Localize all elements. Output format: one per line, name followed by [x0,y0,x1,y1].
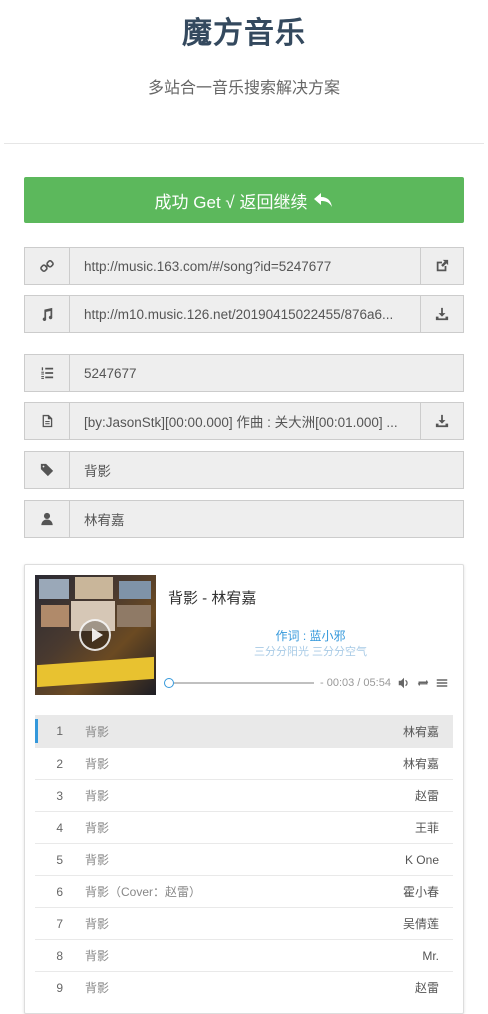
playlist-item-artist: 赵雷 [414,789,439,803]
volume-icon[interactable] [398,677,410,689]
playlist-item-title: 背影（Cover：赵雷） [85,885,202,899]
playlist-item-title: 背影 [85,981,110,995]
song-link-field[interactable]: http://music.163.com/#/song?id=5247677 [70,247,421,285]
song-name-value: 背影 [84,464,111,479]
playlist-item-title: 背影 [85,853,110,867]
lyrics-row: [by:JasonStk][00:00.000] 作曲 : 关大洲[00:01.… [24,402,464,440]
time-display: - 00:03 / 05:54 [320,677,391,689]
tag-icon [24,451,70,489]
file-text-icon [24,402,70,440]
header-divider [4,143,484,144]
success-button-label: 成功 Get √ 返回继续 [154,192,308,212]
page-subtitle: 多站合一音乐搜索解决方案 [147,80,340,97]
page-title: 魔方音乐 [182,17,306,50]
playlist-item-index: 6 [56,884,63,899]
playlist-item-title: 背影 [85,821,110,835]
playlist-item[interactable]: 4 背影 王菲 [35,811,453,843]
playlist-item-title: 背影 [85,724,110,739]
playlist-item-artist: 王菲 [414,821,439,835]
download-icon [435,307,449,321]
playlist-item[interactable]: 1 背影 林宥嘉 [35,715,453,747]
progress-knob[interactable] [164,678,174,688]
playlist-item-index: 5 [56,852,63,867]
lyric-next-line: 三分分阳光 三分分空气 [253,646,368,658]
download-lyrics-button[interactable] [421,402,464,440]
lyrics-value: [by:JasonStk][00:00.000] 作曲 : 关大洲[00:01.… [84,415,398,430]
music-note-icon [24,295,70,333]
playlist-item-title: 背影 [85,789,110,803]
playlist-item-index: 2 [56,756,63,771]
playlist-item-artist: 赵雷 [414,981,439,995]
link-icon [24,247,70,285]
playlist-item[interactable]: 8 背影 Mr. [35,939,453,971]
open-link-button[interactable] [421,247,464,285]
song-id-row: 5247677 [24,354,464,392]
audio-url-row: http://m10.music.126.net/20190415022455/… [24,295,464,333]
song-id-value: 5247677 [84,365,137,381]
song-id-field[interactable]: 5247677 [70,354,464,392]
user-icon [24,500,70,538]
progress-bar[interactable] [174,682,314,684]
song-name-field[interactable]: 背影 [70,451,464,489]
player-song-title: 背影 - 林宥嘉 [168,590,257,607]
page-header: 魔方音乐 多站合一音乐搜索解决方案 [0,0,488,100]
playlist-item-artist: Mr. [422,948,439,963]
success-return-button[interactable]: 成功 Get √ 返回继续 [24,177,464,223]
playlist-item[interactable]: 3 背影 赵雷 [35,779,453,811]
reply-icon [314,193,333,207]
song-link-row: http://music.163.com/#/song?id=5247677 [24,247,464,285]
audio-url-value: http://m10.music.126.net/20190415022455/… [84,306,394,322]
playlist-item-index: 9 [56,980,63,995]
download-icon [435,414,449,428]
song-name-row: 背影 [24,451,464,489]
playlist-item[interactable]: 6 背影（Cover：赵雷） 霍小春 [35,875,453,907]
album-cover [35,575,156,695]
song-link-value: http://music.163.com/#/song?id=5247677 [84,258,332,274]
playlist-item[interactable]: 7 背影 吴倩莲 [35,907,453,939]
playlist-item-index: 3 [56,788,63,803]
artist-value: 林宥嘉 [84,513,125,528]
playlist-item-artist: 林宥嘉 [402,757,439,771]
loop-icon[interactable] [417,677,429,689]
play-icon[interactable] [79,619,111,651]
player-controls: - 00:03 / 05:54 [164,675,453,691]
playlist-item[interactable]: 9 背影 赵雷 [35,971,453,1003]
playlist-item-index: 4 [56,820,63,835]
playlist-item-artist: 霍小春 [402,885,439,899]
playlist-item-index: 7 [56,916,63,931]
playlist-item-index: 8 [56,948,63,963]
playlist-item-title: 背影 [85,917,110,931]
artist-row: 林宥嘉 [24,500,464,538]
external-link-icon [436,259,449,272]
playlist-item-index: 1 [56,724,63,738]
playlist-item-artist: 吴倩莲 [402,917,439,931]
playlist-item-artist: K One [404,852,439,867]
playlist-item-title: 背影 [85,949,110,963]
audio-url-field[interactable]: http://m10.music.126.net/20190415022455/… [70,295,421,333]
playlist: 1 背影 林宥嘉 2 背影 林宥嘉 3 背影 赵雷 4 背影 王菲 5 背影 K One 6 背影（Cover：… [35,715,453,1003]
playlist-item-artist: 林宥嘉 [402,724,439,739]
lyric-current-line: 作词 : 蓝小邪 [275,629,346,643]
download-audio-button[interactable] [421,295,464,333]
playlist-item[interactable]: 5 背影 K One [35,843,453,875]
playlist-item[interactable]: 2 背影 林宥嘉 [35,747,453,779]
artist-field[interactable]: 林宥嘉 [70,500,464,538]
playlist-item-title: 背影 [85,757,110,771]
music-player: 背影 - 林宥嘉 作词 : 蓝小邪 三分分阳光 三分分空气 - 00:03 / … [24,564,464,1014]
playlist-menu-icon[interactable] [436,677,448,689]
lyrics-field[interactable]: [by:JasonStk][00:00.000] 作曲 : 关大洲[00:01.… [70,402,421,440]
list-ordered-icon [24,354,70,392]
